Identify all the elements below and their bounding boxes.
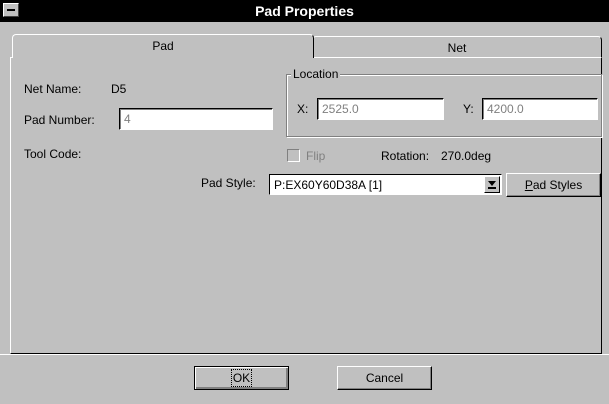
pad-tab-panel: Net Name: D5 Pad Number: 4 Tool Code: Lo… — [10, 57, 602, 354]
pad-number-label: Pad Number: — [24, 113, 95, 127]
pad-style-select[interactable]: P:EX60Y60D38A [1] — [269, 174, 502, 195]
ok-button-label: OK — [230, 369, 253, 387]
location-legend: Location — [291, 67, 341, 81]
pad-style-label: Pad Style: — [201, 176, 256, 190]
y-label: Y: — [463, 102, 474, 116]
ok-button[interactable]: OK — [194, 366, 289, 390]
window-title: Pad Properties — [255, 3, 354, 19]
pad-number-field[interactable]: 4 — [119, 108, 273, 130]
cancel-button-label: Cancel — [365, 371, 404, 385]
tool-code-label: Tool Code: — [24, 147, 82, 161]
x-field[interactable]: 2525.0 — [317, 98, 444, 120]
tab-net-label: Net — [447, 41, 467, 55]
location-group: Location X: 2525.0 Y: 4200.0 — [286, 67, 602, 137]
tab-pad-label: Pad — [152, 39, 174, 53]
tab-pad[interactable]: Pad — [12, 34, 314, 58]
net-name-label: Net Name: — [24, 82, 82, 96]
pad-styles-button[interactable]: Pad Styles — [506, 173, 601, 197]
y-field[interactable]: 4200.0 — [482, 98, 598, 120]
flip-checkbox[interactable] — [287, 149, 300, 162]
title-bar: Pad Properties — [0, 0, 609, 22]
pad-styles-button-mnemonic: P — [524, 178, 533, 192]
rotation-value: 270.0deg — [441, 149, 492, 163]
flip-label: Flip — [306, 149, 326, 163]
pad-styles-button-label: ad Styles — [532, 178, 583, 192]
rotation-label: Rotation: — [381, 149, 430, 163]
footer-separator — [0, 354, 609, 355]
cancel-button[interactable]: Cancel — [337, 366, 432, 390]
tab-net[interactable]: Net — [312, 36, 602, 58]
dropdown-arrow-icon[interactable] — [484, 176, 500, 193]
pad-style-value: P:EX60Y60D38A [1] — [274, 178, 383, 192]
pad-properties-dialog: Pad Properties Pad Net Net Name: D5 Pad … — [0, 0, 609, 404]
net-name-value: D5 — [111, 82, 127, 96]
x-label: X: — [297, 102, 309, 116]
